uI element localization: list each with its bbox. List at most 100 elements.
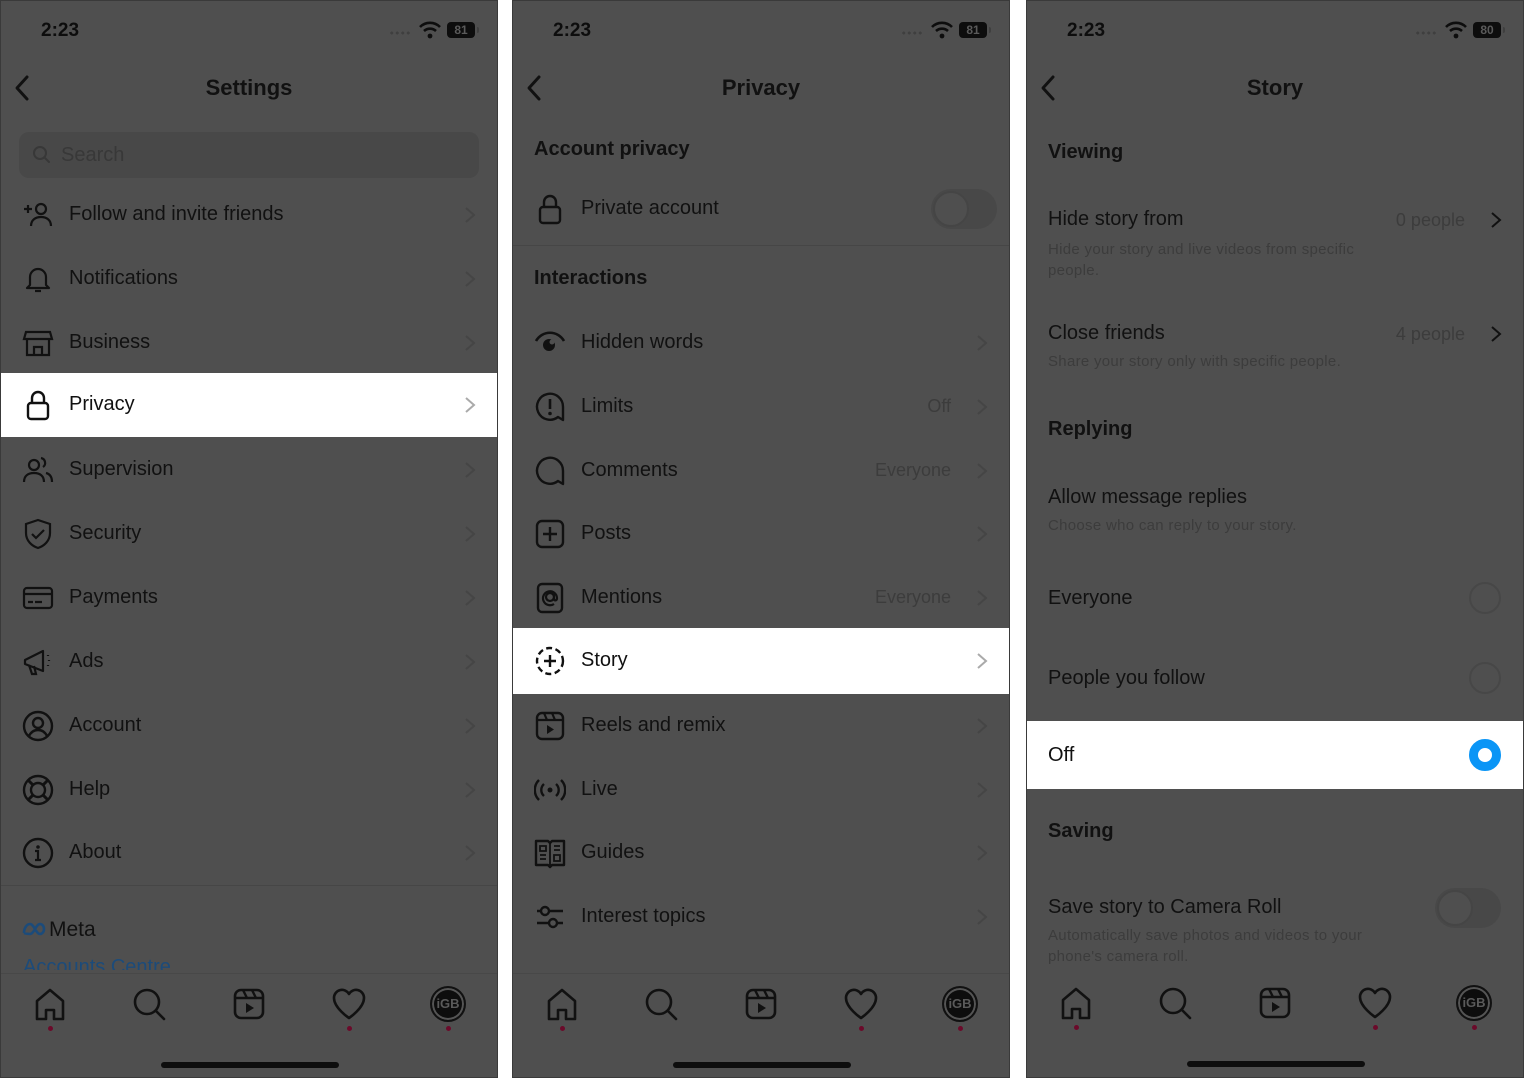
reels-icon — [231, 986, 267, 1022]
privacy-screen: 2:23 81 Privacy Account privacy Private … — [512, 0, 1010, 1078]
tab-activity[interactable] — [1357, 985, 1393, 1030]
chevron-right-icon — [975, 716, 989, 736]
divider — [513, 245, 1009, 246]
settings-item-ads[interactable]: Ads — [1, 630, 497, 694]
setting-description: Automatically save photos and videos to … — [1048, 927, 1363, 965]
tab-profile[interactable]: iGB — [942, 986, 978, 1031]
settings-item-notifications[interactable]: Notifications — [1, 247, 497, 311]
radio-button[interactable] — [1469, 582, 1501, 614]
alert-bubble-icon — [534, 391, 566, 423]
settings-item-payments[interactable]: Payments — [1, 566, 497, 630]
tab-bar: iGB — [513, 973, 1009, 1077]
privacy-item-limits[interactable]: Limits Off — [513, 375, 1009, 439]
reels-icon — [743, 986, 779, 1022]
tab-reels[interactable] — [743, 986, 779, 1022]
settings-item-business[interactable]: Business — [1, 311, 497, 375]
tab-reels[interactable] — [231, 986, 267, 1022]
private-account-row: Private account — [513, 177, 1009, 241]
add-person-icon — [22, 199, 54, 231]
settings-item-label: Notifications — [69, 267, 178, 289]
privacy-item-label: Hidden words — [581, 331, 704, 353]
allow-message-replies: Allow message replies Choose who can rep… — [1048, 486, 1503, 536]
tab-home[interactable] — [1058, 985, 1094, 1030]
wifi-icon — [931, 21, 953, 39]
private-account-toggle[interactable] — [931, 189, 997, 229]
reply-option-people-you-follow[interactable]: People you follow — [1027, 644, 1523, 712]
settings-item-follow[interactable]: Follow and invite friends — [1, 183, 497, 247]
tab-profile[interactable]: iGB — [430, 986, 466, 1031]
chevron-right-icon — [975, 524, 989, 544]
privacy-item-comments[interactable]: Comments Everyone — [513, 439, 1009, 503]
page-title: Story — [1246, 75, 1304, 100]
tab-search[interactable] — [131, 986, 167, 1022]
plus-square-icon — [534, 518, 566, 550]
chevron-right-icon — [975, 843, 989, 863]
hide-story-from-row[interactable]: Hide story from Hide your story and live… — [1048, 208, 1503, 281]
chevron-right-icon — [1489, 210, 1503, 230]
lock-icon — [534, 193, 566, 225]
tab-activity[interactable] — [843, 986, 879, 1031]
status-time: 2:23 — [41, 20, 80, 41]
notification-dot — [560, 1026, 565, 1031]
tab-profile[interactable]: iGB — [1456, 985, 1492, 1030]
tab-search[interactable] — [643, 986, 679, 1022]
privacy-item-guides[interactable]: Guides — [513, 821, 1009, 885]
reply-option-off[interactable]: Off — [1027, 721, 1523, 789]
tab-search[interactable] — [1157, 985, 1193, 1021]
privacy-item-live[interactable]: Live — [513, 758, 1009, 822]
settings-item-account[interactable]: Account — [1, 694, 497, 758]
tab-reels[interactable] — [1257, 985, 1293, 1021]
status-time: 2:23 — [553, 20, 592, 41]
status-bar: 2:23 81 — [1, 1, 497, 61]
notification-dot — [446, 1026, 451, 1031]
settings-item-supervision[interactable]: Supervision — [1, 438, 497, 502]
privacy-item-posts[interactable]: Posts — [513, 502, 1009, 566]
chevron-right-icon — [463, 269, 477, 289]
tab-bar: iGB — [1, 973, 497, 1077]
chevron-right-icon — [463, 524, 477, 544]
privacy-item-value: Off — [927, 396, 951, 416]
settings-item-about[interactable]: About — [1, 821, 497, 885]
notification-dot — [347, 1026, 352, 1031]
setting-description: Share your story only with specific peop… — [1048, 353, 1342, 370]
radio-button-selected[interactable] — [1469, 739, 1501, 771]
nav-bar: Settings — [1, 61, 497, 117]
heart-icon — [843, 986, 879, 1022]
privacy-item-reels[interactable]: Reels and remix — [513, 694, 1009, 758]
home-icon — [1058, 985, 1094, 1021]
cellular-signal-icon — [1415, 31, 1437, 35]
tab-home[interactable] — [544, 986, 580, 1031]
status-bar: 2:23 81 — [513, 1, 1009, 61]
privacy-item-label: Guides — [581, 841, 645, 863]
search-input[interactable] — [61, 132, 441, 178]
divider — [1, 885, 497, 886]
setting-value: 0 people — [1395, 210, 1465, 230]
chevron-right-icon — [463, 395, 477, 415]
settings-item-security[interactable]: Security — [1, 502, 497, 566]
chevron-right-icon — [975, 588, 989, 608]
status-time: 2:23 — [1067, 20, 1106, 41]
home-indicator — [161, 1062, 339, 1068]
tab-activity[interactable] — [331, 986, 367, 1031]
reply-option-everyone[interactable]: Everyone — [1027, 564, 1523, 632]
settings-screen: 2:23 81 Settings Follow and invite frien… — [0, 0, 498, 1078]
wifi-icon — [419, 21, 441, 39]
section-account-privacy: Account privacy — [534, 138, 690, 160]
radio-button[interactable] — [1469, 662, 1501, 694]
privacy-item-interest-topics[interactable]: Interest topics — [513, 885, 1009, 949]
credit-card-icon — [22, 582, 54, 614]
search-icon — [643, 986, 679, 1022]
nav-bar: Privacy — [513, 61, 1009, 117]
privacy-item-mentions[interactable]: Mentions Everyone — [513, 566, 1009, 630]
privacy-item-hidden-words[interactable]: Hidden words — [513, 311, 1009, 375]
settings-item-privacy[interactable]: Privacy — [1, 373, 497, 437]
privacy-item-story[interactable]: Story — [513, 628, 1009, 694]
search-bar[interactable] — [19, 132, 479, 178]
settings-item-help[interactable]: Help — [1, 758, 497, 822]
tab-home[interactable] — [32, 986, 68, 1031]
settings-item-label: Security — [69, 522, 142, 544]
accounts-centre-link[interactable]: Accounts Centre — [23, 956, 171, 970]
save-story-toggle[interactable] — [1435, 888, 1501, 928]
chevron-right-icon — [975, 397, 989, 417]
close-friends-row[interactable]: Close friends Share your story only with… — [1048, 322, 1503, 372]
